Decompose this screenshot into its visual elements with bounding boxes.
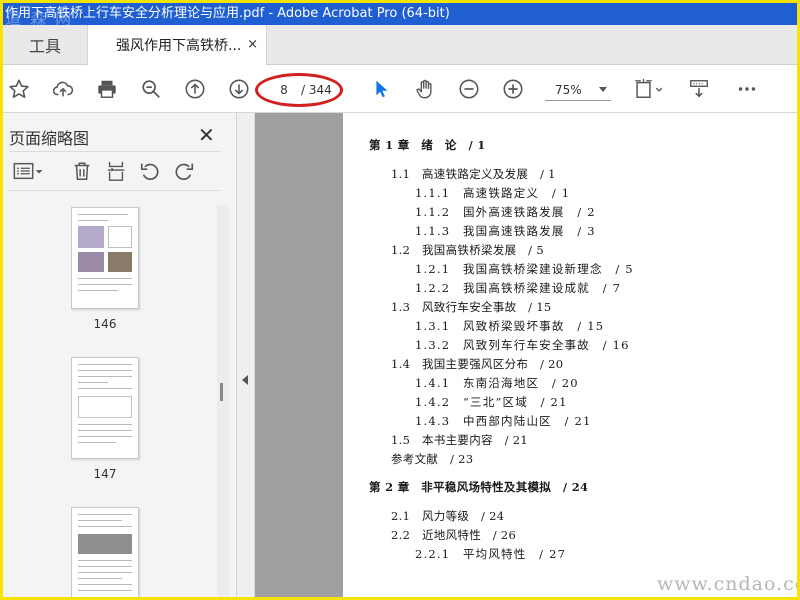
trash-icon[interactable] <box>71 160 95 184</box>
toc-subsection: 1.3.1 风致桥梁毁坏事故 / 15 <box>415 319 605 333</box>
document-view[interactable]: 第 1 章 绪 论 / 1 1.1 高速铁路定义及发展 / 1 1.1.1 高速… <box>255 113 797 597</box>
tab-tools[interactable]: 工具 <box>3 25 87 65</box>
toc-chapter: 第 1 章 绪 论 / 1 <box>369 138 486 152</box>
star-icon[interactable] <box>7 77 31 101</box>
toc-section: 1.5 本书主要内容 / 21 <box>391 433 528 447</box>
rotate-cw-icon[interactable] <box>173 160 197 184</box>
page-thumbnail[interactable] <box>71 207 139 309</box>
toc-section: 1.4 我国主要强风区分布 / 20 <box>391 357 564 371</box>
collapse-arrow-icon[interactable] <box>242 375 248 385</box>
toc-subsection: 1.1.1 高速铁路定义 / 1 <box>415 186 571 200</box>
thumbnail-figure <box>78 534 132 554</box>
window-title-bar: 作用下高铁桥上行车安全分析理论与应用.pdf - Adobe Acrobat P… <box>3 3 797 25</box>
toc-subsection: 2.2.1 平均风特性 / 27 <box>415 547 567 561</box>
chevron-down-icon <box>599 87 607 92</box>
thumbnails-list: 146 147 <box>3 205 229 597</box>
thumbnail-options-icon[interactable] <box>11 160 47 184</box>
toc-subsection: 1.4.3 中西部内陆山区 / 21 <box>415 414 592 428</box>
select-arrow-icon[interactable] <box>369 77 393 101</box>
toc-section: 1.1 高速铁路定义及发展 / 1 <box>391 167 556 181</box>
tab-close-icon[interactable]: × <box>247 37 258 52</box>
acrobat-window: 作用下高铁桥上行车安全分析理论与应用.pdf - Adobe Acrobat P… <box>3 3 797 597</box>
toc-subsection: 1.1.3 我国高速铁路发展 / 3 <box>415 224 596 238</box>
zoom-in-icon[interactable] <box>501 77 525 101</box>
thumbnails-pane: 页面缩略图 ✕ 146 147 <box>3 113 237 597</box>
printer-icon[interactable] <box>95 77 119 101</box>
thumbnail-figure <box>78 396 132 418</box>
toc-section: 参考文献 / 23 <box>391 452 474 466</box>
page-thumbnail[interactable] <box>71 507 139 597</box>
thumbnail-figure <box>108 252 132 272</box>
zoom-level-select[interactable]: 75% <box>545 79 611 101</box>
pane-splitter[interactable] <box>237 113 255 597</box>
zoom-search-icon[interactable] <box>139 77 163 101</box>
toc-section: 1.2 我国高铁桥梁发展 / 5 <box>391 243 544 257</box>
toc-subsection: 1.4.2 “三北”区域 / 21 <box>415 395 568 409</box>
zoom-out-icon[interactable] <box>457 77 481 101</box>
pdf-page: 第 1 章 绪 论 / 1 1.1 高速铁路定义及发展 / 1 1.1.1 高速… <box>343 113 797 597</box>
insert-page-icon[interactable] <box>105 160 129 184</box>
thumbnails-title: 页面缩略图 <box>9 129 90 148</box>
tab-document[interactable]: 强风作用下高铁桥... × <box>87 25 267 65</box>
toc-subsection: 1.2.2 我国高铁桥梁建设成就 / 7 <box>415 281 622 295</box>
tab-bar: 工具 强风作用下高铁桥... × <box>3 25 797 65</box>
toc-chapter: 第 2 章 非平稳风场特性及其模拟 / 24 <box>369 480 589 494</box>
page-number-input[interactable]: 8 <box>271 80 297 100</box>
page-total-count: / 344 <box>301 83 332 97</box>
toc-section: 2.2 近地风特性 / 26 <box>391 528 517 542</box>
hand-icon[interactable] <box>413 77 437 101</box>
page-thumbnail[interactable] <box>71 357 139 459</box>
page-down-icon[interactable] <box>227 77 251 101</box>
page-up-icon[interactable] <box>183 77 207 101</box>
thumbnail-figure <box>108 226 132 248</box>
thumbnail-page-label: 146 <box>93 317 117 331</box>
toc-subsection: 1.1.2 国外高速铁路发展 / 2 <box>415 205 596 219</box>
toc-section: 2.1 风力等级 / 24 <box>391 509 505 523</box>
tab-document-label: 强风作用下高铁桥... <box>116 38 242 54</box>
cloud-upload-icon[interactable] <box>51 77 75 101</box>
thumbnail-figure <box>78 226 104 248</box>
toc-subsection: 1.3.2 风致列车行车安全事故 / 16 <box>415 338 630 352</box>
thumbnail-page-label: 147 <box>93 467 117 481</box>
scroll-mode-icon[interactable] <box>687 77 711 101</box>
thumbnails-toolbar <box>9 151 221 191</box>
thumbnails-scrollbar[interactable] <box>217 205 229 597</box>
scrollbar-grip[interactable] <box>220 383 223 401</box>
zoom-level-value: 75% <box>555 83 582 97</box>
rotate-ccw-icon[interactable] <box>139 160 163 184</box>
toc-subsection: 1.4.1 东南沿海地区 / 20 <box>415 376 579 390</box>
fit-page-icon[interactable] <box>631 77 667 101</box>
window-title: 作用下高铁桥上行车安全分析理论与应用.pdf - Adobe Acrobat P… <box>5 6 450 21</box>
thumbnail-figure <box>78 252 104 272</box>
close-icon[interactable]: ✕ <box>198 123 215 147</box>
toc-section: 1.3 风致行车安全事故 / 15 <box>391 300 552 314</box>
more-icon[interactable] <box>735 77 759 101</box>
main-toolbar: 8 / 344 75% <box>3 65 797 113</box>
toc-subsection: 1.2.1 我国高铁桥梁建设新理念 / 5 <box>415 262 634 276</box>
